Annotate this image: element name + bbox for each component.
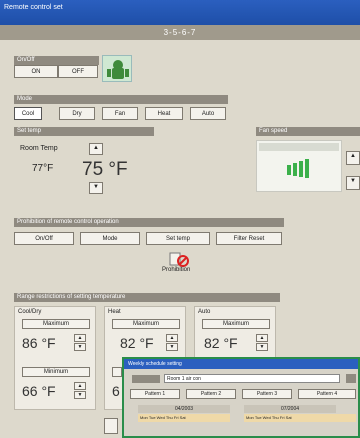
temp-up-button[interactable]: ▲ bbox=[89, 143, 103, 155]
cooldry-max-label: Maximum bbox=[22, 319, 90, 329]
prohibit-mode-button[interactable]: Mode bbox=[80, 232, 140, 245]
mode-heat-button[interactable]: Heat bbox=[145, 107, 183, 120]
cooldry-min-down[interactable]: ▼ bbox=[74, 391, 86, 399]
prohibition-label: Prohibition bbox=[162, 267, 191, 273]
set-temp-value: 75 °F bbox=[82, 159, 128, 180]
heat-max-label: Maximum bbox=[112, 319, 180, 329]
pattern-tab-4[interactable]: Pattern 4 bbox=[298, 389, 356, 399]
cooldry-max-value: 86 °F bbox=[22, 335, 56, 351]
cooldry-max-down[interactable]: ▼ bbox=[74, 343, 86, 351]
heat-max-up[interactable]: ▲ bbox=[166, 334, 178, 342]
room-label-swatch bbox=[132, 375, 160, 383]
pattern-tab-3[interactable]: Pattern 3 bbox=[242, 389, 292, 399]
settemp-section-header: Set temp bbox=[14, 127, 154, 136]
window-title: Remote control set bbox=[4, 4, 63, 11]
range-section-header: Range restrictions of setting temperatur… bbox=[14, 293, 280, 302]
cooldry-max-up[interactable]: ▲ bbox=[74, 334, 86, 342]
auto-max-label: Maximum bbox=[202, 319, 270, 329]
fan-up-button[interactable]: ▲ bbox=[346, 151, 360, 165]
heat-max-down[interactable]: ▼ bbox=[166, 343, 178, 351]
mode-fan-button[interactable]: Fan bbox=[102, 107, 138, 120]
range-heat-label: Heat bbox=[108, 309, 121, 315]
pattern-tab-2[interactable]: Pattern 2 bbox=[186, 389, 236, 399]
prohibit-filter-reset-button[interactable]: Filter Reset bbox=[216, 232, 282, 245]
weekly-schedule-titlebar: Weekly schedule setting bbox=[124, 359, 358, 369]
mode-section-header: Mode bbox=[14, 95, 228, 104]
range-cooldry-label: Cool/Dry bbox=[18, 309, 42, 315]
room-temp-value: 77°F bbox=[32, 163, 54, 174]
heat-min-value: 6 bbox=[112, 383, 120, 399]
room-temp-label: Room Temp bbox=[20, 145, 58, 152]
cooldry-min-value: 66 °F bbox=[22, 383, 56, 399]
prohibit-settemp-button[interactable]: Set temp bbox=[146, 232, 210, 245]
range-auto-label: Auto bbox=[198, 309, 211, 315]
heat-min-label bbox=[112, 367, 122, 377]
room-select-button[interactable] bbox=[346, 374, 356, 383]
unit-header: 3-5-6-7 bbox=[0, 25, 360, 40]
temp-down-button[interactable]: ▼ bbox=[89, 182, 103, 194]
auto-max-up[interactable]: ▲ bbox=[256, 334, 268, 342]
schedule-days-2: Mon Tue Wed Thu Fri Sat bbox=[244, 414, 356, 422]
window-titlebar: Remote control set bbox=[0, 0, 360, 25]
weekly-schedule-window: Weekly schedule setting Room 1 air con P… bbox=[122, 357, 360, 438]
ok-button[interactable] bbox=[104, 418, 118, 434]
mode-auto-button[interactable]: Auto bbox=[190, 107, 226, 120]
fan-speed-indicator bbox=[256, 140, 342, 192]
prohibition-icon[interactable] bbox=[168, 251, 190, 267]
schedule-date-2: 07/2004 bbox=[244, 405, 336, 413]
pattern-tab-1[interactable]: Pattern 1 bbox=[130, 389, 180, 399]
prohibit-onoff-button[interactable]: On/Off bbox=[14, 232, 74, 245]
prohibition-section-header: Prohibition of remote control operation bbox=[14, 218, 284, 227]
cooldry-min-label: Minimum bbox=[22, 367, 90, 377]
unit-id: 3-5-6-7 bbox=[163, 28, 197, 37]
unit-status-icon bbox=[102, 55, 132, 82]
mode-cool-button[interactable]: Cool bbox=[14, 107, 42, 120]
mode-dry-button[interactable]: Dry bbox=[59, 107, 95, 120]
off-button[interactable]: OFF bbox=[58, 65, 98, 78]
on-button[interactable]: ON bbox=[14, 65, 58, 78]
auto-max-value: 82 °F bbox=[204, 335, 238, 351]
onoff-section-header: On/Off bbox=[14, 56, 99, 65]
fanspeed-section-header: Fan speed bbox=[256, 127, 360, 136]
schedule-date-1: 04/2003 bbox=[138, 405, 230, 413]
fan-down-button[interactable]: ▼ bbox=[346, 176, 360, 190]
schedule-days-1: Mon Tue Wed Thu Fri Sat bbox=[138, 414, 230, 422]
auto-max-down[interactable]: ▼ bbox=[256, 343, 268, 351]
room-select[interactable]: Room 1 air con bbox=[164, 374, 340, 383]
cooldry-min-up[interactable]: ▲ bbox=[74, 382, 86, 390]
heat-max-value: 82 °F bbox=[120, 335, 154, 351]
